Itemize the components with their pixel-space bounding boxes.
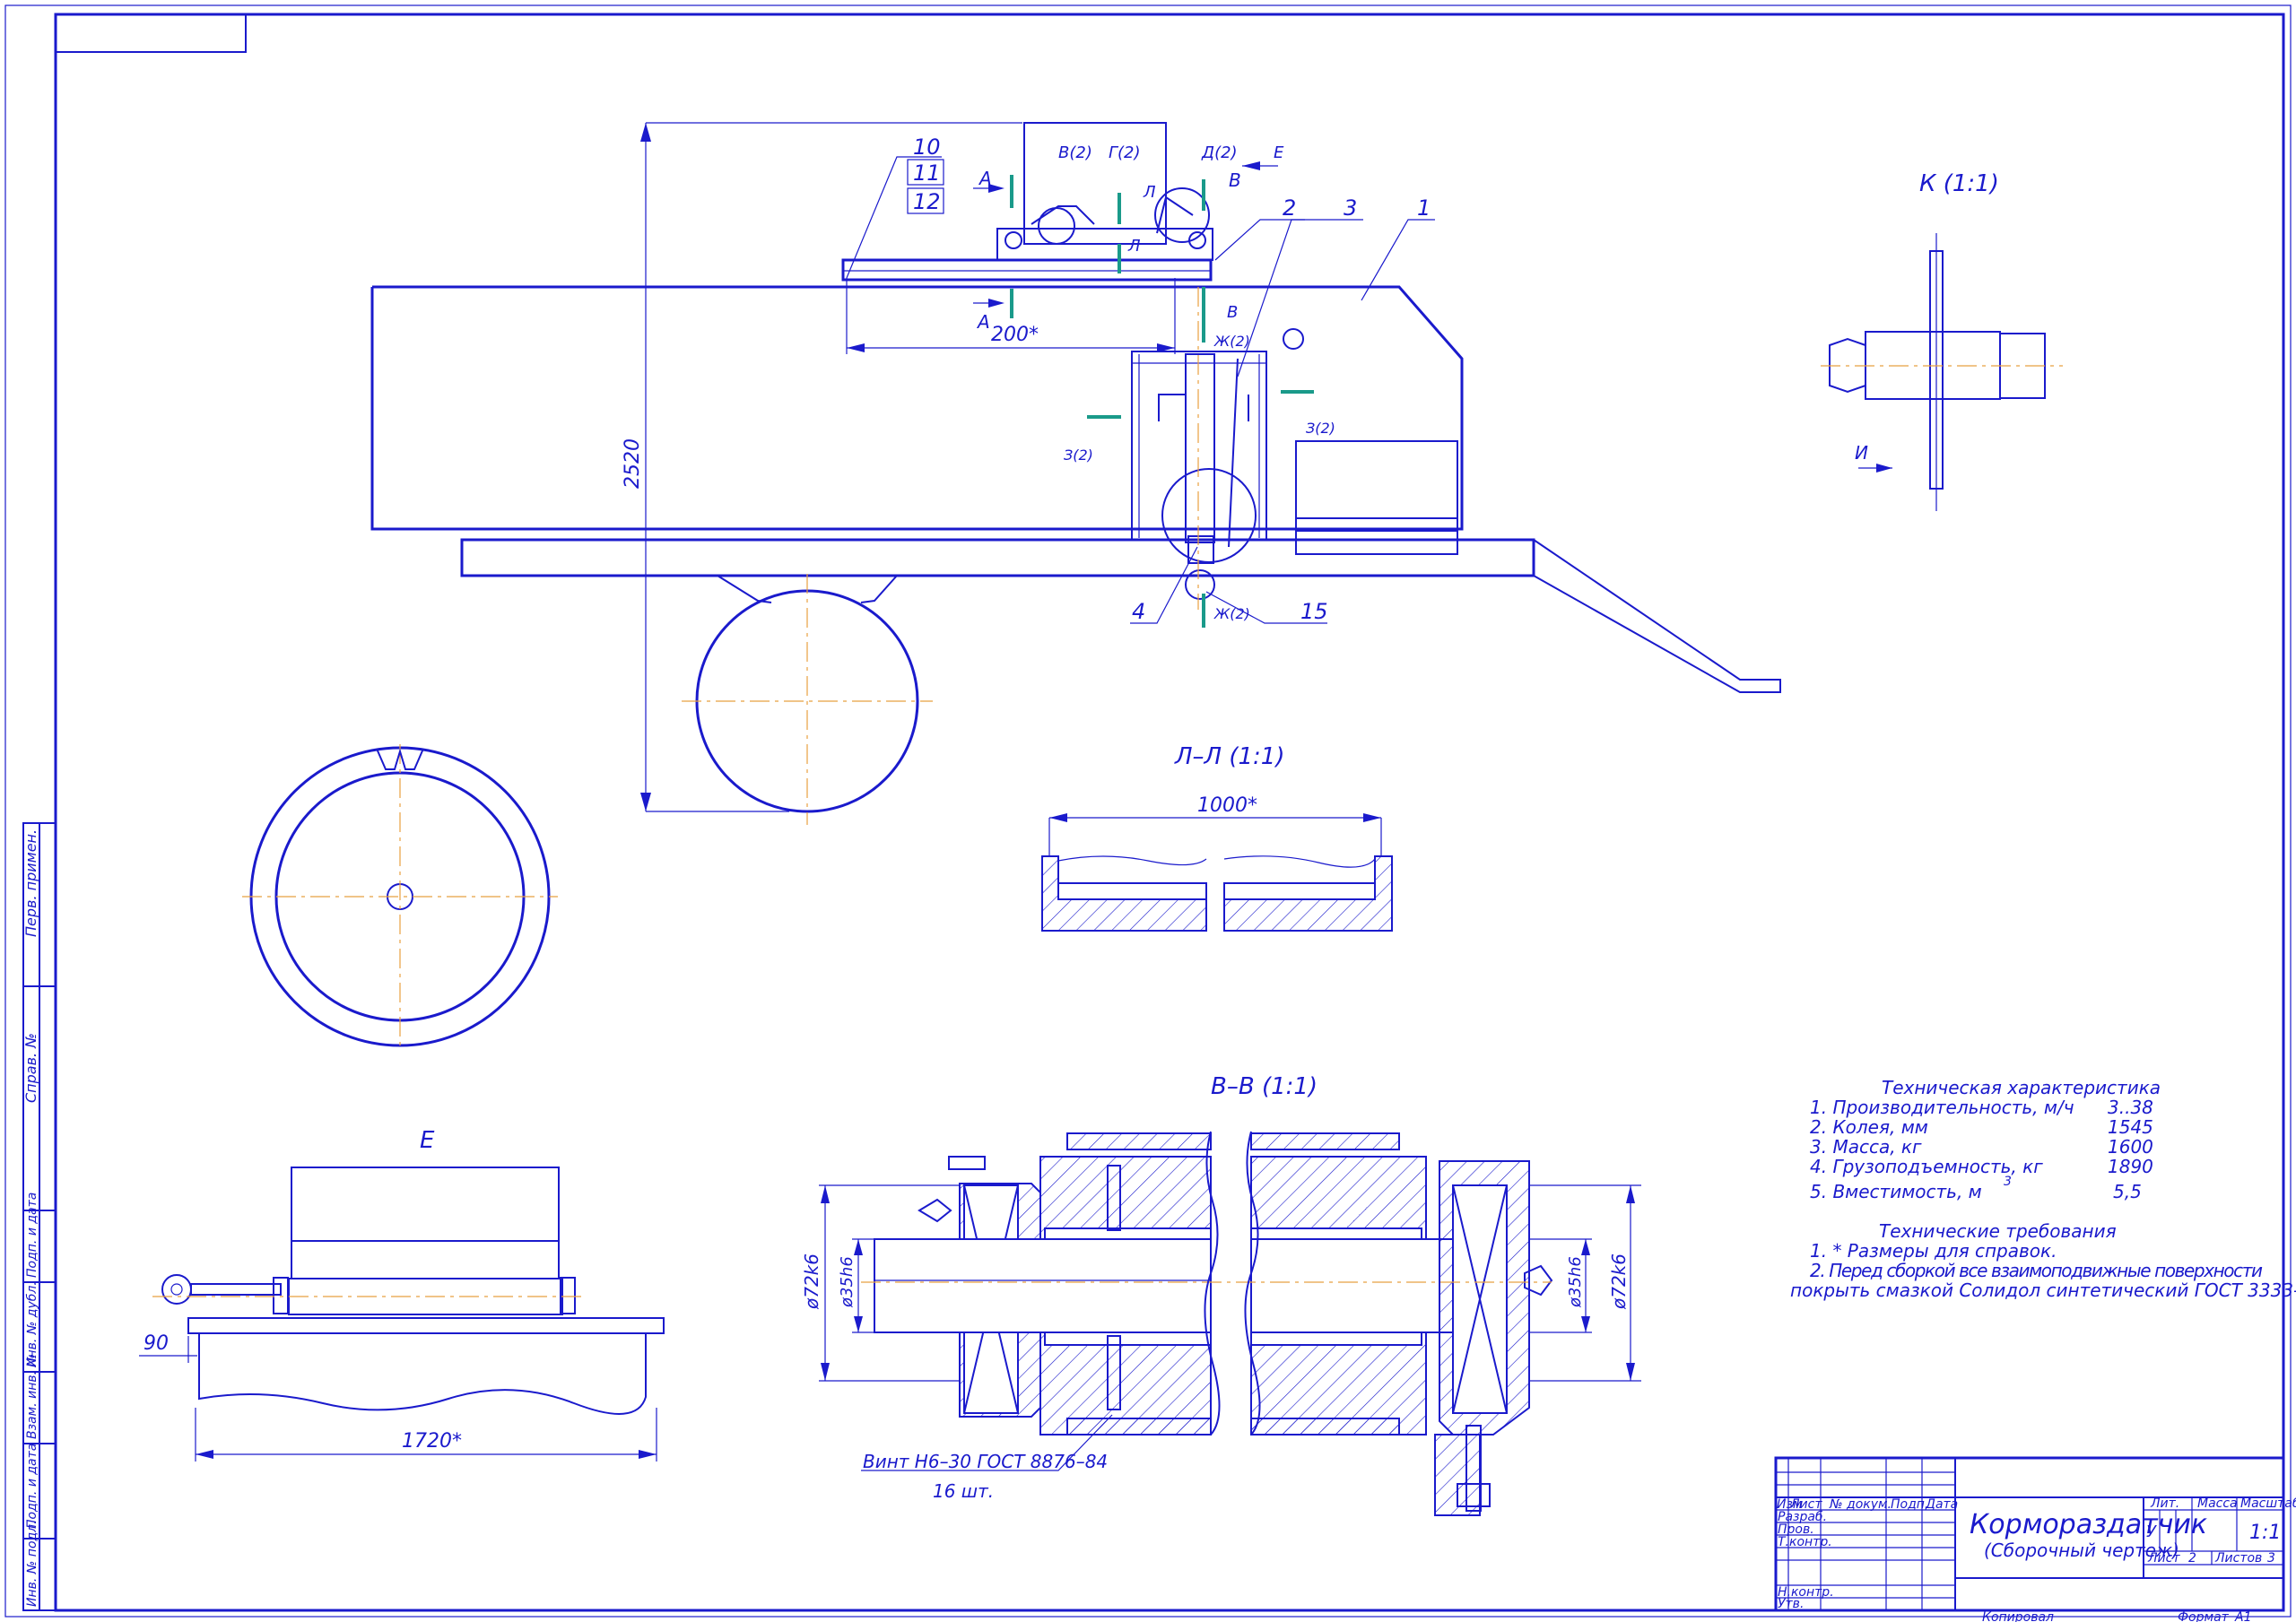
tb-lit: Лит.: [2150, 1496, 2179, 1511]
tech-requirements: Технические требования 1. * Размеры для …: [1790, 1220, 2296, 1301]
callout-10: 10: [913, 134, 941, 160]
dim-200: 200*: [991, 324, 1039, 346]
tb-col-podp: Подп.: [1891, 1497, 1928, 1512]
dim-2520: 2520: [622, 438, 644, 489]
tech-char-row-3-label: 3. Масса, кг: [1810, 1136, 1922, 1158]
stamp-perv-primen: Перв. примен.: [22, 829, 39, 937]
callout-4: 4: [1132, 599, 1145, 624]
tech-char-row-5-sup: 3: [2004, 1175, 2012, 1189]
tb-utv: Утв.: [1778, 1597, 1804, 1611]
mark-v-right: В: [1229, 169, 1241, 191]
tech-char-row-2-value: 1545: [2108, 1116, 2153, 1138]
dim-1000: 1000*: [1197, 794, 1257, 817]
mark-a-bottom: А: [976, 311, 990, 333]
side-stamp: Перв. примен. Справ. № Подп. и дата Инв.…: [22, 822, 57, 1611]
tb-sheet-value: 2: [2188, 1551, 2196, 1566]
mark-zh2-top: Ж(2): [1213, 333, 1250, 350]
main-view: 2520 200* 10 11 12 2 3 1 4 15 А А В(2) Г…: [370, 122, 1781, 825]
tech-req-line1: 1. * Размеры для справок.: [1810, 1240, 2057, 1262]
stamp-inv-podl: Инв. № подл.: [25, 1520, 39, 1607]
tech-char-row-5-label: 5. Вместимость, м: [1810, 1181, 1982, 1202]
tb-kopiroval: Копировал: [1982, 1610, 2054, 1622]
tb-lit-value: У: [2146, 1522, 2157, 1541]
tech-char-row-4-value: 1890: [2108, 1156, 2153, 1177]
vint-note-line2: 16 шт.: [933, 1480, 994, 1502]
tb-format-label: Формат: [2178, 1610, 2230, 1622]
mark-g2: Г(2): [1109, 143, 1141, 162]
tech-char-row-5-value: 5,5: [2113, 1181, 2142, 1202]
mark-e: Е: [1274, 143, 1284, 162]
tb-sheet-label: Лист: [2147, 1551, 2180, 1566]
mark-z2-left: З(2): [1064, 447, 1093, 464]
tb-tkontr: Т.контр.: [1778, 1535, 1832, 1549]
tech-char-row-1-label: 1. Производительность, м/ч: [1810, 1097, 2074, 1118]
tech-char-row-1-value: 3..38: [2108, 1097, 2153, 1118]
tb-col-ndoc: № докум.: [1829, 1497, 1892, 1512]
mark-v2: В(2): [1058, 143, 1092, 162]
mark-l-mid: Л: [1127, 237, 1141, 256]
dim-phi72-left: ø72k6: [801, 1253, 822, 1310]
mark-zh2-bottom: Ж(2): [1213, 605, 1250, 622]
mark-d2: Д(2): [1201, 143, 1238, 162]
tech-char-row-3-value: 1600: [2108, 1136, 2153, 1158]
wheel-rim-view: [242, 744, 558, 1049]
stamp-podp-data-2: Подп. и дата: [25, 1444, 39, 1529]
section-ll: Л–Л (1:1) 1000*: [1041, 743, 1393, 932]
mark-l-top: Л: [1143, 183, 1156, 202]
tb-name: Кормораздатчик: [1970, 1509, 2207, 1540]
title-block: Изм Лист № докум. Подп. Дата Разраб. Про…: [1774, 1456, 2296, 1622]
callout-3: 3: [1344, 195, 1357, 221]
callout-1: 1: [1417, 195, 1431, 221]
callout-2: 2: [1283, 195, 1296, 221]
dim-phi35-right: ø35h6: [1566, 1256, 1585, 1308]
mark-z2-right: З(2): [1306, 420, 1335, 437]
dim-90: 90: [144, 1332, 169, 1355]
assembly-drawing: Перв. примен. Справ. № Подп. и дата Инв.…: [4, 4, 2296, 1622]
vint-note-line1: Винт Н6–30 ГОСТ 8876–84: [863, 1451, 1108, 1472]
mark-i: И: [1855, 442, 1868, 464]
view-vv-title: В–В (1:1): [1211, 1073, 1318, 1100]
tech-req-line2: 2. Перед сборкой все взаимоподвижные пов…: [1810, 1260, 2263, 1281]
tech-char-row-2-label: 2. Колея, мм: [1810, 1116, 1928, 1138]
callout-12: 12: [913, 189, 941, 214]
dim-phi72-right: ø72k6: [1608, 1253, 1630, 1310]
tb-massa: Масса: [2197, 1496, 2238, 1511]
view-k-title: К (1:1): [1919, 170, 1999, 197]
mark-v-low: В: [1227, 303, 1238, 322]
callout-11: 11: [913, 160, 941, 186]
dim-1720: 1720*: [402, 1430, 462, 1453]
tb-masshtab: Масштаб: [2240, 1496, 2296, 1511]
tb-scale-value: 1:1: [2249, 1522, 2281, 1544]
tb-sheets-label: Листов: [2214, 1551, 2262, 1566]
dim-phi35-left: ø35h6: [838, 1256, 857, 1308]
tb-sheets-value: 3: [2267, 1551, 2275, 1566]
mark-a-top: А: [978, 168, 992, 189]
tech-req-title: Технические требования: [1879, 1220, 2117, 1242]
view-e: Е 90 1720*: [139, 1127, 665, 1462]
tb-format-value: А1: [2234, 1610, 2251, 1622]
stamp-sprav-no: Справ. №: [22, 1033, 39, 1103]
view-ll-title: Л–Л (1:1): [1174, 743, 1285, 770]
stamp-vzam-inv: Взам. инв. №: [25, 1354, 39, 1439]
callout-15: 15: [1300, 599, 1328, 624]
tech-characteristics: Техническая характеристика 1. Производит…: [1810, 1077, 2161, 1202]
stamp-podp-data-1: Подп. и дата: [25, 1193, 39, 1278]
view-k: К (1:1) И: [1821, 170, 2063, 511]
view-e-title: Е: [420, 1127, 435, 1154]
section-vv: В–В (1:1) ø72k6 ø35h6 ø72k6 ø35h6 Винт Н…: [801, 1073, 1641, 1516]
tech-req-line3: покрыть смазкой Солидол синтетический ГО…: [1790, 1279, 2296, 1301]
tech-char-title: Техническая характеристика: [1882, 1077, 2161, 1098]
tb-col-data: Дата: [1925, 1497, 1958, 1512]
